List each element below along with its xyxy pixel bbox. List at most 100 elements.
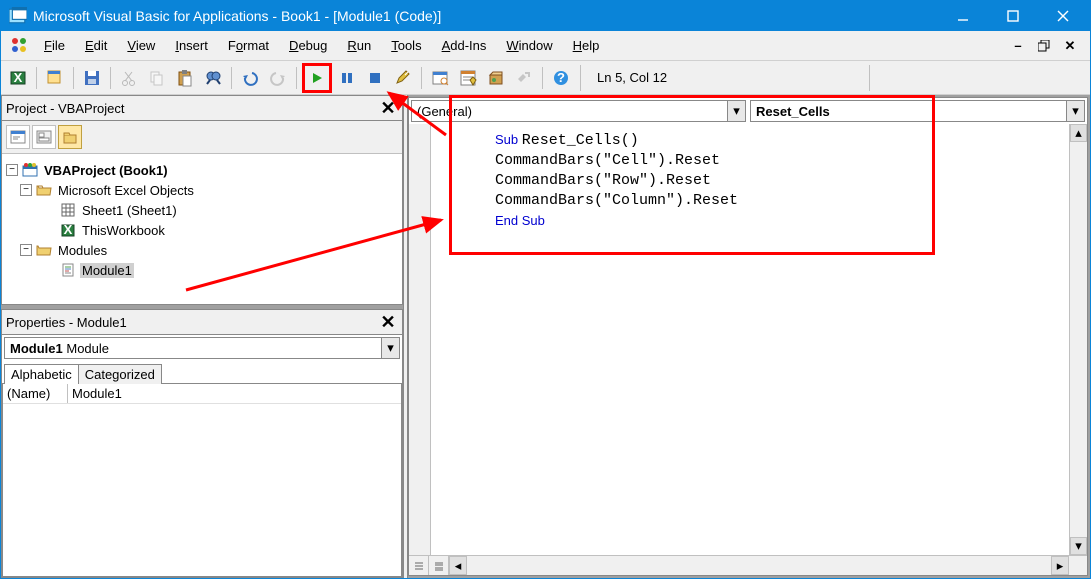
expand-toggle[interactable]: − [20, 184, 32, 196]
help-button[interactable]: ? [548, 65, 574, 91]
tree-root-vbaproject[interactable]: − VBAProject (Book1) [6, 160, 398, 180]
combo-text: Reset_Cells [751, 104, 1066, 119]
tree-label[interactable]: VBAProject (Book1) [42, 163, 170, 178]
svg-text:?: ? [557, 70, 565, 85]
view-code-button[interactable] [6, 125, 30, 149]
property-row[interactable]: (Name) Module1 [3, 384, 401, 404]
tree-thisworkbook[interactable]: X ThisWorkbook [6, 220, 398, 240]
tree-label[interactable]: Sheet1 (Sheet1) [80, 203, 179, 218]
break-button[interactable] [334, 65, 360, 91]
dropdown-arrow-icon[interactable]: ▾ [1066, 101, 1084, 121]
run-button[interactable] [302, 63, 332, 93]
window-title: Microsoft Visual Basic for Applications … [33, 8, 938, 24]
left-column: Project - VBAProject ✕ − VBAProject (Boo… [1, 95, 403, 578]
property-name: (Name) [3, 384, 68, 403]
sheet-icon [60, 202, 76, 218]
menu-edit[interactable]: Edit [75, 34, 117, 57]
menu-tools[interactable]: Tools [381, 34, 431, 57]
toggle-folders-button[interactable] [58, 125, 82, 149]
menu-format[interactable]: Format [218, 34, 279, 57]
properties-button[interactable] [455, 65, 481, 91]
menu-run[interactable]: Run [337, 34, 381, 57]
find-button[interactable] [200, 65, 226, 91]
object-combo[interactable]: (General) ▾ [411, 100, 746, 122]
properties-grid[interactable]: (Name) Module1 [2, 384, 402, 577]
scroll-track[interactable] [1070, 142, 1087, 537]
reset-button[interactable] [362, 65, 388, 91]
redo-button[interactable] [265, 65, 291, 91]
cut-button[interactable] [116, 65, 142, 91]
tree-sheet1[interactable]: Sheet1 (Sheet1) [6, 200, 398, 220]
menu-debug[interactable]: Debug [279, 34, 337, 57]
body: Project - VBAProject ✕ − VBAProject (Boo… [1, 95, 1090, 578]
scroll-down-arrow[interactable]: ▾ [1070, 537, 1087, 555]
minimize-button[interactable] [938, 1, 988, 31]
project-pane-title: Project - VBAProject [6, 101, 378, 116]
save-button[interactable] [79, 65, 105, 91]
horizontal-scrollbar[interactable]: ◂ ▸ [449, 556, 1069, 575]
view-object-button[interactable] [32, 125, 56, 149]
folder-open-icon [36, 182, 52, 198]
mdi-minimize-button[interactable]: – [1009, 37, 1027, 55]
expand-toggle[interactable]: − [20, 244, 32, 256]
object-browser-button[interactable] [483, 65, 509, 91]
procedure-view-button[interactable] [429, 556, 449, 575]
cursor-location: Ln 5, Col 12 [589, 68, 675, 87]
expand-toggle[interactable]: − [6, 164, 18, 176]
dropdown-arrow-icon[interactable]: ▾ [727, 101, 745, 121]
insert-dropdown-button[interactable] [42, 65, 68, 91]
tree-label[interactable]: Module1 [80, 263, 134, 278]
project-tree[interactable]: − VBAProject (Book1) − Microsoft Excel O… [2, 154, 402, 304]
combo-type: Module [66, 341, 109, 356]
combo-text: (General) [412, 104, 727, 119]
paste-button[interactable] [172, 65, 198, 91]
titlebar: Microsoft Visual Basic for Applications … [1, 1, 1090, 31]
project-icon [22, 162, 38, 178]
maximize-button[interactable] [988, 1, 1038, 31]
combo-value: Module1 [10, 341, 63, 356]
mdi-close-button[interactable]: ✕ [1061, 37, 1079, 55]
tab-categorized[interactable]: Categorized [78, 364, 162, 384]
scroll-up-arrow[interactable]: ▴ [1070, 124, 1087, 142]
properties-pane-close-button[interactable]: ✕ [378, 312, 398, 332]
copy-button[interactable] [144, 65, 170, 91]
vertical-scrollbar[interactable]: ▴ ▾ [1069, 124, 1087, 555]
dropdown-arrow-icon[interactable]: ▾ [381, 338, 399, 358]
tree-module1[interactable]: Module1 [6, 260, 398, 280]
design-mode-button[interactable] [390, 65, 416, 91]
mdi-restore-button[interactable] [1035, 37, 1053, 55]
procedure-combo[interactable]: Reset_Cells ▾ [750, 100, 1085, 122]
close-button[interactable] [1038, 1, 1088, 31]
tree-modules-folder[interactable]: − Modules [6, 240, 398, 260]
project-pane-close-button[interactable]: ✕ [378, 98, 398, 118]
vba-window: Microsoft Visual Basic for Applications … [0, 0, 1091, 579]
full-module-view-button[interactable] [409, 556, 429, 575]
undo-button[interactable] [237, 65, 263, 91]
menu-file[interactable]: File [34, 34, 75, 57]
code-editor[interactable]: Sub Reset_Cells() CommandBars("Cell").Re… [431, 124, 1069, 555]
menu-view[interactable]: View [117, 34, 165, 57]
properties-object-combo[interactable]: Module1 Module ▾ [4, 337, 400, 359]
scroll-right-arrow[interactable]: ▸ [1051, 556, 1069, 575]
menu-window[interactable]: Window [496, 34, 562, 57]
margin-indicator-bar[interactable] [409, 124, 431, 555]
properties-pane-title: Properties - Module1 [6, 315, 378, 330]
scroll-left-arrow[interactable]: ◂ [449, 556, 467, 575]
tree-label[interactable]: Microsoft Excel Objects [56, 183, 196, 198]
menu-insert[interactable]: Insert [165, 34, 218, 57]
menu-help[interactable]: Help [563, 34, 610, 57]
tree-label[interactable]: ThisWorkbook [80, 223, 167, 238]
tree-label[interactable]: Modules [56, 243, 109, 258]
project-pane-titlebar: Project - VBAProject ✕ [1, 95, 403, 121]
view-excel-button[interactable]: X [5, 65, 31, 91]
properties-pane-body: Module1 Module ▾ Alphabetic Categorized … [1, 335, 403, 578]
menu-addins[interactable]: Add-Ins [432, 34, 497, 57]
module-icon [60, 262, 76, 278]
toolbox-button[interactable] [511, 65, 537, 91]
tree-excel-objects-folder[interactable]: − Microsoft Excel Objects [6, 180, 398, 200]
property-value[interactable]: Module1 [68, 384, 401, 403]
scroll-track[interactable] [467, 556, 1051, 575]
project-explorer-button[interactable] [427, 65, 453, 91]
code-window: (General) ▾ Reset_Cells ▾ Sub Reset_Cell… [408, 97, 1088, 576]
tab-alphabetic[interactable]: Alphabetic [4, 364, 79, 384]
